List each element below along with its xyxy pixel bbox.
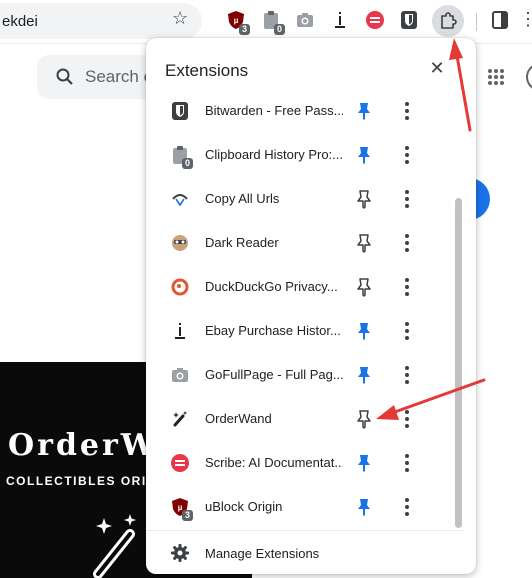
popup-title: Extensions: [165, 61, 249, 80]
extension-label: Clipboard History Pro:...: [205, 147, 343, 162]
extension-row-clipboard-history[interactable]: 0 Clipboard History Pro:...: [146, 134, 464, 178]
manage-extensions-button[interactable]: Manage Extensions: [146, 532, 476, 574]
more-options-icon[interactable]: [402, 496, 412, 518]
puzzle-icon: [441, 12, 457, 29]
extension-row-orderwand[interactable]: OrderWand: [146, 398, 464, 442]
apps-grid-icon[interactable]: [488, 69, 504, 85]
browser-menu-icon[interactable]: ⋮: [519, 9, 532, 30]
clipboard-row-badge: 0: [181, 158, 193, 169]
close-icon[interactable]: ✕: [427, 58, 447, 79]
toolbar-divider: [476, 13, 477, 31]
more-options-icon[interactable]: [402, 320, 412, 342]
bookmark-star-icon[interactable]: ☆: [172, 8, 188, 29]
extensions-button[interactable]: [432, 5, 464, 37]
ebay-purchase-history-icon[interactable]: [329, 9, 351, 31]
scribe-icon: [170, 453, 190, 473]
extension-label: GoFullPage - Full Pag...: [205, 367, 343, 382]
more-options-icon[interactable]: [402, 408, 412, 430]
promo-title: OrderW: [8, 428, 158, 463]
extension-row-bitwarden[interactable]: Bitwarden - Free Pass...: [146, 90, 464, 134]
extension-label: Scribe: AI Documentat...: [205, 455, 343, 470]
search-icon: [56, 68, 73, 85]
address-bar-text: ekdei: [2, 13, 38, 30]
gofullpage-icon[interactable]: [294, 9, 316, 31]
extension-label: uBlock Origin: [205, 499, 283, 514]
more-options-icon[interactable]: [402, 188, 412, 210]
pin-icon-pinned[interactable]: [355, 145, 373, 165]
svg-text:µ: µ: [234, 16, 239, 25]
extension-row-gofullpage[interactable]: GoFullPage - Full Pag...: [146, 354, 464, 398]
side-panel-icon[interactable]: [492, 11, 508, 29]
ublock-row-badge: 3: [181, 510, 193, 521]
pin-icon-unpinned[interactable]: [355, 189, 373, 209]
avatar[interactable]: [526, 63, 532, 91]
orderwand-icon: [170, 409, 190, 429]
clipboard-badge: 0: [273, 24, 285, 35]
bitwarden-icon[interactable]: [398, 9, 420, 31]
ublock-badge: 3: [238, 24, 250, 35]
ublock-origin-icon[interactable]: µ 3: [225, 9, 250, 35]
clipboard-history-icon[interactable]: 0: [260, 9, 285, 35]
extensions-popup: Extensions ✕ Bitwarden - Free Pass... 0 …: [146, 38, 476, 574]
pin-icon-pinned[interactable]: [355, 101, 373, 121]
copy-all-urls-icon: [170, 189, 190, 209]
more-options-icon[interactable]: [402, 452, 412, 474]
pin-icon-pinned[interactable]: [355, 453, 373, 473]
page-search-placeholder: Search e: [85, 67, 154, 86]
pin-icon-unpinned[interactable]: [355, 409, 373, 429]
more-options-icon[interactable]: [402, 100, 412, 122]
ublock-origin-icon: µ 3: [170, 497, 193, 521]
gofullpage-icon: [170, 365, 190, 385]
extension-label: Ebay Purchase Histor...: [205, 323, 341, 338]
extension-label: Dark Reader: [205, 235, 279, 250]
gear-icon: [171, 544, 189, 562]
clipboard-history-icon: 0: [170, 145, 193, 169]
more-options-icon[interactable]: [402, 232, 412, 254]
extension-row-duckduckgo[interactable]: DuckDuckGo Privacy...: [146, 266, 464, 310]
bitwarden-icon: [170, 101, 190, 121]
popup-divider: [146, 530, 464, 531]
extension-label: OrderWand: [205, 411, 272, 426]
more-options-icon[interactable]: [402, 364, 412, 386]
ebay-purchase-history-icon: [170, 321, 190, 341]
scribe-icon[interactable]: [364, 9, 386, 31]
extension-row-ublock-origin[interactable]: µ 3 uBlock Origin: [146, 486, 464, 530]
pin-icon-unpinned[interactable]: [355, 233, 373, 253]
more-options-icon[interactable]: [402, 276, 412, 298]
extension-row-ebay-purchase-history[interactable]: Ebay Purchase Histor...: [146, 310, 464, 354]
extension-row-copy-all-urls[interactable]: Copy All Urls: [146, 178, 464, 222]
manage-extensions-label: Manage Extensions: [205, 546, 320, 561]
more-options-icon[interactable]: [402, 144, 412, 166]
dark-reader-icon: [170, 233, 190, 253]
extension-row-dark-reader[interactable]: Dark Reader: [146, 222, 464, 266]
magic-wand-icon: [93, 514, 136, 578]
popup-scrollbar[interactable]: [455, 198, 462, 528]
pin-icon-unpinned[interactable]: [355, 277, 373, 297]
extension-row-scribe[interactable]: Scribe: AI Documentat...: [146, 442, 464, 486]
extension-label: DuckDuckGo Privacy...: [205, 279, 338, 294]
duckduckgo-icon: [170, 277, 190, 297]
pin-icon-pinned[interactable]: [355, 365, 373, 385]
pin-icon-pinned[interactable]: [355, 321, 373, 341]
pin-icon-pinned[interactable]: [355, 497, 373, 517]
extension-label: Bitwarden - Free Pass...: [205, 103, 343, 118]
promo-subtitle: COLLECTIBLES ORI: [6, 474, 147, 488]
extension-label: Copy All Urls: [205, 191, 280, 206]
